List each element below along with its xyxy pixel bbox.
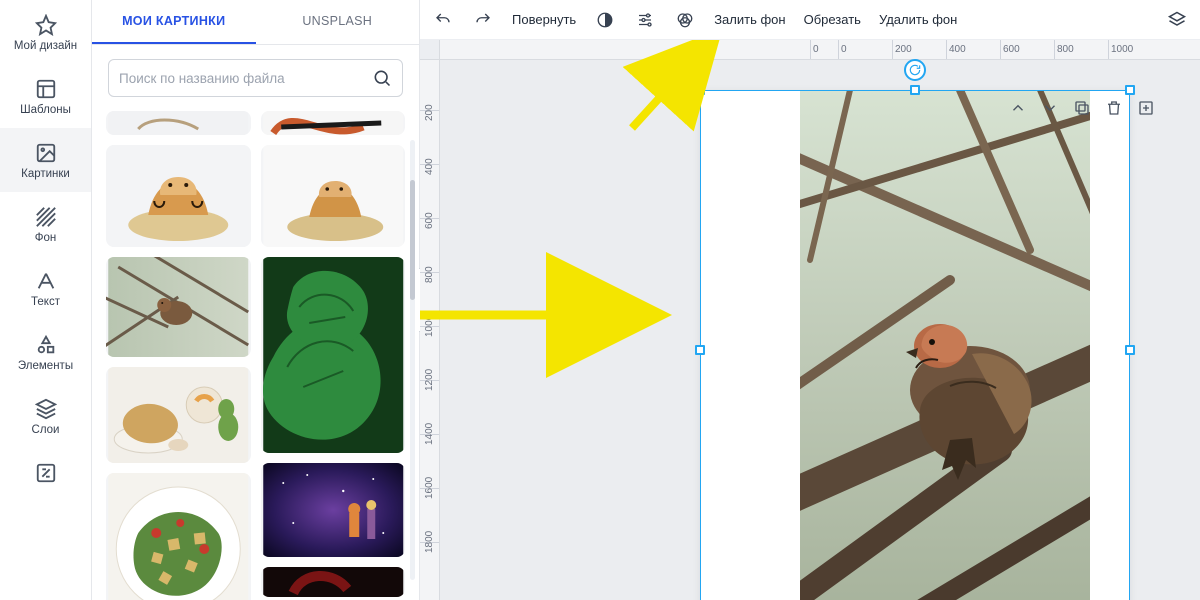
nav-label: Элементы bbox=[18, 360, 73, 372]
plus-box-icon bbox=[1137, 99, 1155, 117]
templates-icon bbox=[35, 78, 57, 100]
nav-text[interactable]: Текст bbox=[0, 256, 91, 320]
redo-button[interactable] bbox=[472, 9, 494, 31]
gallery-thumb[interactable] bbox=[106, 145, 251, 247]
undo-button[interactable] bbox=[432, 9, 454, 31]
hatch-icon bbox=[35, 206, 57, 228]
fill-bg-button[interactable]: Залить фон bbox=[714, 12, 785, 27]
nav-label: Мой дизайн bbox=[14, 40, 77, 52]
search-icon bbox=[372, 68, 392, 88]
remove-bg-button[interactable]: Удалить фон bbox=[879, 12, 957, 27]
chevron-down-icon bbox=[1041, 99, 1059, 117]
nav-label: Текст bbox=[31, 296, 60, 308]
nav-images[interactable]: Картинки bbox=[0, 128, 91, 192]
nav-elements[interactable]: Элементы bbox=[0, 320, 91, 384]
adjust-button[interactable] bbox=[634, 9, 656, 31]
nav-layers[interactable]: Слои bbox=[0, 384, 91, 448]
nav-label: Шаблоны bbox=[20, 104, 71, 116]
rotate-button[interactable]: Повернуть bbox=[512, 12, 576, 27]
selection-box[interactable] bbox=[700, 90, 1130, 600]
assets-panel: МОИ КАРТИНКИ UNSPLASH bbox=[92, 0, 420, 600]
resize-handle-ne[interactable] bbox=[1125, 85, 1135, 95]
gallery-thumb[interactable] bbox=[261, 567, 406, 597]
gallery-thumb[interactable] bbox=[106, 473, 251, 600]
nav-my-design[interactable]: Мой дизайн bbox=[0, 0, 91, 64]
gallery-thumb[interactable] bbox=[261, 257, 406, 453]
nav-background[interactable]: Фон bbox=[0, 192, 91, 256]
selection-actions bbox=[1008, 98, 1156, 118]
nav-resize[interactable] bbox=[0, 448, 91, 496]
layers-top-button[interactable] bbox=[1166, 9, 1188, 31]
nav-label: Картинки bbox=[21, 168, 70, 180]
panel-scrollbar[interactable] bbox=[410, 140, 415, 580]
image-icon bbox=[35, 142, 57, 164]
star-icon bbox=[35, 14, 57, 36]
tab-my-images[interactable]: МОИ КАРТИНКИ bbox=[92, 0, 256, 44]
nav-templates[interactable]: Шаблоны bbox=[0, 64, 91, 128]
layer-up-button[interactable] bbox=[1008, 98, 1028, 118]
tab-unsplash[interactable]: UNSPLASH bbox=[256, 0, 420, 44]
gallery-thumb[interactable] bbox=[261, 145, 406, 247]
gallery-thumb[interactable] bbox=[261, 111, 406, 135]
crop-button[interactable]: Обрезать bbox=[804, 12, 861, 27]
ruler-corner bbox=[420, 40, 440, 60]
layers-icon bbox=[35, 398, 57, 420]
copy-icon bbox=[1073, 99, 1091, 117]
venn-icon bbox=[676, 11, 694, 29]
rotate-handle[interactable] bbox=[904, 59, 926, 81]
undo-icon bbox=[434, 11, 452, 29]
image-gallery[interactable] bbox=[92, 105, 419, 600]
annotation-arrow bbox=[420, 280, 674, 350]
editor-stage: Повернуть Залить фон Обрезать Удалить фо… bbox=[420, 0, 1200, 600]
ruler-horizontal: 002004006008001000 bbox=[440, 40, 1200, 60]
gallery-thumb[interactable] bbox=[261, 463, 406, 557]
panel-tabs: МОИ КАРТИНКИ UNSPLASH bbox=[92, 0, 419, 45]
canvas-zone[interactable]: 002004006008001000 200400600800100012001… bbox=[420, 40, 1200, 600]
nav-label: Фон bbox=[35, 232, 57, 244]
resize-icon bbox=[35, 462, 57, 484]
layers-icon bbox=[1167, 10, 1187, 30]
chevron-up-icon bbox=[1009, 99, 1027, 117]
layer-down-button[interactable] bbox=[1040, 98, 1060, 118]
resize-handle-w[interactable] bbox=[695, 345, 705, 355]
duplicate-button[interactable] bbox=[1072, 98, 1092, 118]
contrast-icon bbox=[596, 11, 614, 29]
search-input[interactable] bbox=[119, 71, 372, 86]
gallery-thumb[interactable] bbox=[106, 111, 251, 135]
sliders-icon bbox=[636, 11, 654, 29]
trash-icon bbox=[1105, 99, 1123, 117]
contrast-button[interactable] bbox=[594, 9, 616, 31]
delete-button[interactable] bbox=[1104, 98, 1124, 118]
gallery-thumb[interactable] bbox=[106, 257, 251, 357]
search-box[interactable] bbox=[108, 59, 403, 97]
redo-icon bbox=[474, 11, 492, 29]
filters-button[interactable] bbox=[674, 9, 696, 31]
text-icon bbox=[35, 270, 57, 292]
gallery-thumb[interactable] bbox=[106, 367, 251, 463]
resize-handle-e[interactable] bbox=[1125, 345, 1135, 355]
resize-handle-n[interactable] bbox=[910, 85, 920, 95]
shapes-icon bbox=[35, 334, 57, 356]
ruler-vertical: 20040060080010001200140016001800 bbox=[420, 60, 440, 600]
nav-label: Слои bbox=[32, 424, 60, 436]
left-nav-rail: Мой дизайн Шаблоны Картинки Фон Текст Эл… bbox=[0, 0, 92, 600]
rotate-icon bbox=[908, 63, 922, 77]
context-toolbar: Повернуть Залить фон Обрезать Удалить фо… bbox=[420, 0, 1200, 40]
more-button[interactable] bbox=[1136, 98, 1156, 118]
resize-handle-nw[interactable] bbox=[695, 85, 705, 95]
